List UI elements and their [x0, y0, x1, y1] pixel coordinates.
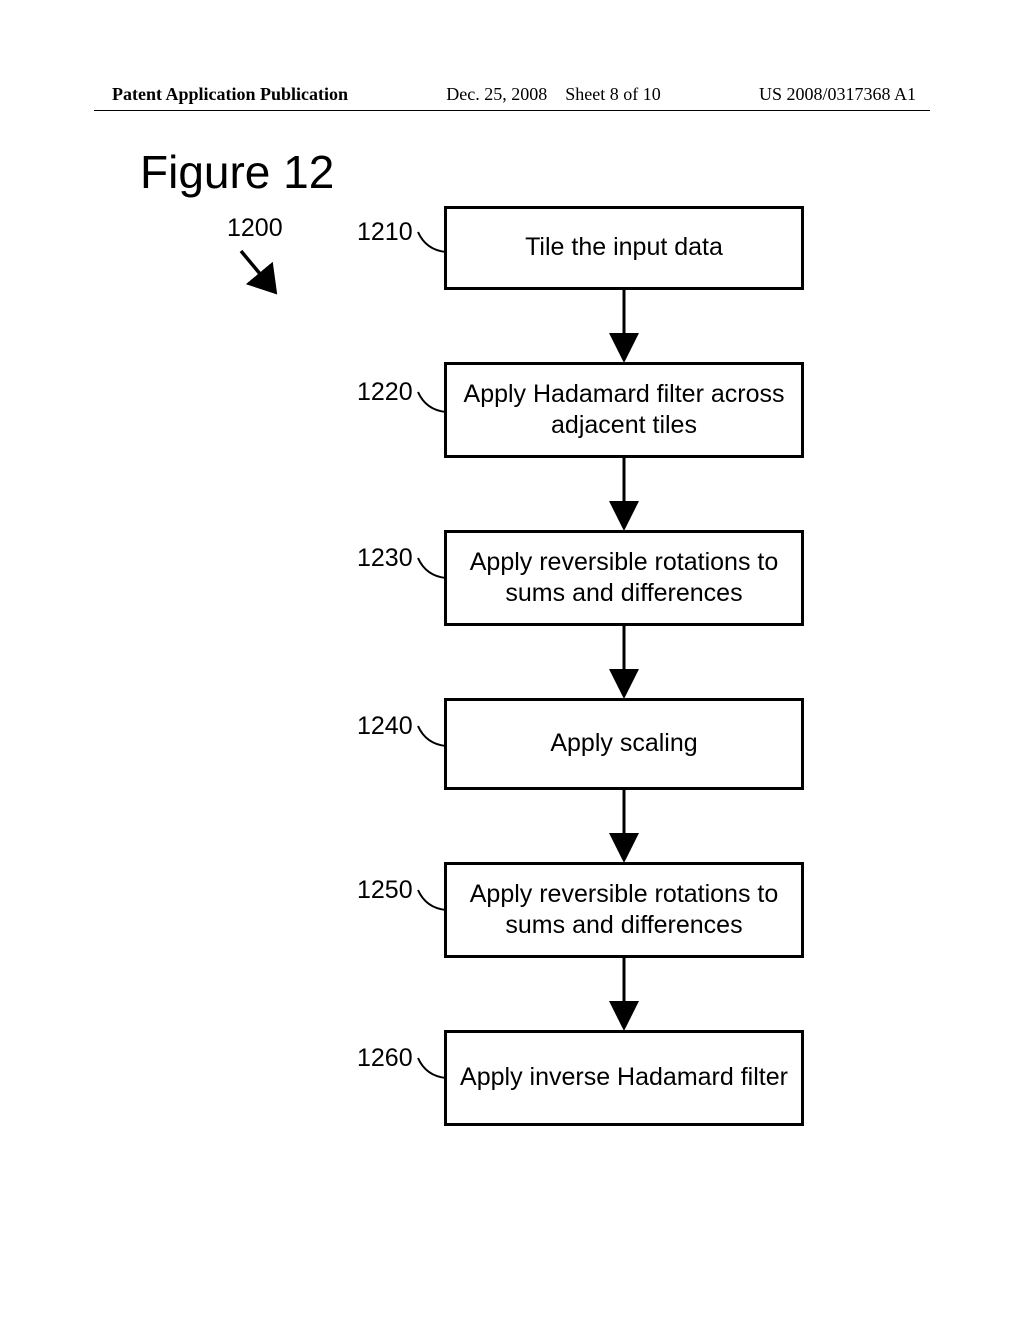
figure-title: Figure 12 — [140, 145, 334, 199]
figure-ref-arrow — [236, 246, 286, 296]
step-box-1260: Apply inverse Hadamard filter — [444, 1030, 804, 1126]
leader-1250 — [416, 888, 450, 914]
header-sheet: Sheet 8 of 10 — [565, 84, 660, 104]
arrow-3 — [444, 626, 804, 698]
step-ref-1240: 1240 — [357, 712, 413, 741]
step-text: Apply Hadamard filter across adjacent ti… — [457, 379, 791, 442]
header-date: Dec. 25, 2008 — [446, 84, 547, 104]
figure-ref-overall: 1200 — [227, 214, 283, 243]
step-text: Apply inverse Hadamard filter — [460, 1062, 788, 1093]
arrow-1 — [444, 290, 804, 362]
header-mid: Dec. 25, 2008 Sheet 8 of 10 — [348, 84, 759, 105]
step-ref-1260: 1260 — [357, 1044, 413, 1073]
arrow-2 — [444, 458, 804, 530]
leader-1260 — [416, 1056, 450, 1082]
leader-1210 — [416, 230, 450, 256]
header-left: Patent Application Publication — [112, 84, 348, 105]
step-box-1250: Apply reversible rotations to sums and d… — [444, 862, 804, 958]
leader-1220 — [416, 390, 450, 416]
step-box-1230: Apply reversible rotations to sums and d… — [444, 530, 804, 626]
step-box-1210: Tile the input data — [444, 206, 804, 290]
leader-1230 — [416, 556, 450, 582]
step-ref-1230: 1230 — [357, 544, 413, 573]
step-text: Apply reversible rotations to sums and d… — [457, 879, 791, 942]
step-text: Apply scaling — [550, 728, 697, 759]
step-box-1240: Apply scaling — [444, 698, 804, 790]
step-ref-1220: 1220 — [357, 378, 413, 407]
header-pubno: US 2008/0317368 A1 — [759, 84, 916, 105]
leader-1240 — [416, 724, 450, 750]
step-box-1220: Apply Hadamard filter across adjacent ti… — [444, 362, 804, 458]
flowchart: Tile the input data Apply Hadamard filte… — [444, 206, 804, 1126]
step-text: Apply reversible rotations to sums and d… — [457, 547, 791, 610]
step-ref-1210: 1210 — [357, 218, 413, 247]
arrow-5 — [444, 958, 804, 1030]
header-rule — [94, 110, 930, 111]
page-header: Patent Application Publication Dec. 25, … — [0, 84, 1024, 105]
step-ref-1250: 1250 — [357, 876, 413, 905]
step-text: Tile the input data — [525, 232, 723, 263]
page: Patent Application Publication Dec. 25, … — [0, 0, 1024, 1320]
arrow-4 — [444, 790, 804, 862]
